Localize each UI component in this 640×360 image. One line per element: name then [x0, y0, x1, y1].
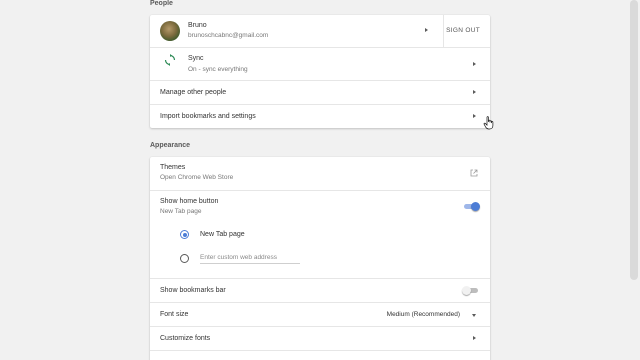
- customize-fonts-row[interactable]: Customize fonts: [150, 326, 490, 350]
- account-name: Bruno: [188, 22, 207, 29]
- chevron-right-icon: [473, 62, 476, 66]
- chevron-right-icon: [473, 90, 476, 94]
- import-bookmarks-row[interactable]: Import bookmarks and settings: [150, 104, 490, 128]
- external-link-icon[interactable]: [470, 169, 478, 177]
- divider: [443, 15, 444, 47]
- font-size-row: Font size Medium (Recommended): [150, 302, 490, 326]
- manage-people-label: Manage other people: [160, 89, 227, 96]
- import-bookmarks-label: Import bookmarks and settings: [160, 113, 256, 120]
- themes-label: Themes: [160, 164, 186, 171]
- sign-out-button[interactable]: SIGN OUT: [446, 27, 480, 34]
- people-card: Bruno brunoschcabnc@gmail.com SIGN OUT S…: [150, 15, 490, 128]
- home-button-row: Show home button New Tab page New Tab pa…: [150, 190, 490, 278]
- custom-address-input[interactable]: [200, 252, 300, 264]
- account-email: brunoschcabnc@gmail.com: [188, 32, 269, 39]
- sync-row[interactable]: Sync On - sync everything: [150, 47, 490, 80]
- toggle-knob: [462, 286, 471, 295]
- chevron-right-icon: [473, 336, 476, 340]
- chevron-right-icon: [473, 114, 476, 118]
- appearance-section-title: Appearance: [150, 142, 191, 149]
- people-section-title: People: [150, 0, 173, 7]
- scrollbar[interactable]: [628, 0, 640, 360]
- radio-custom-address[interactable]: [180, 254, 189, 263]
- scrollbar-thumb[interactable]: [630, 0, 638, 280]
- customize-fonts-label: Customize fonts: [160, 335, 211, 342]
- sync-icon: [164, 54, 176, 66]
- bookmarks-bar-row[interactable]: Show bookmarks bar: [150, 278, 490, 302]
- radio-new-tab[interactable]: [180, 230, 189, 239]
- radio-dot: [182, 232, 187, 237]
- sync-status: On - sync everything: [188, 66, 248, 73]
- themes-sub: Open Chrome Web Store: [160, 174, 234, 181]
- next-row: [150, 350, 490, 360]
- sync-label: Sync: [188, 55, 204, 62]
- chevron-right-icon[interactable]: [425, 28, 428, 32]
- hand-cursor-icon: [483, 116, 494, 130]
- radio-new-tab-label[interactable]: New Tab page: [200, 231, 245, 238]
- avatar: [160, 21, 180, 41]
- home-button-sub: New Tab page: [160, 208, 202, 215]
- home-button-toggle[interactable]: [462, 202, 480, 211]
- bookmarks-bar-label: Show bookmarks bar: [160, 287, 226, 294]
- chevron-down-icon[interactable]: [472, 314, 476, 317]
- bookmarks-bar-toggle[interactable]: [462, 286, 480, 295]
- toggle-knob: [471, 202, 480, 211]
- account-row[interactable]: Bruno brunoschcabnc@gmail.com SIGN OUT: [150, 15, 490, 47]
- manage-people-row[interactable]: Manage other people: [150, 80, 490, 104]
- font-size-select[interactable]: Medium (Recommended): [387, 311, 460, 318]
- themes-row[interactable]: Themes Open Chrome Web Store: [150, 157, 490, 190]
- home-button-label: Show home button: [160, 198, 219, 205]
- appearance-card: Themes Open Chrome Web Store Show home b…: [150, 157, 490, 360]
- font-size-label: Font size: [160, 311, 189, 318]
